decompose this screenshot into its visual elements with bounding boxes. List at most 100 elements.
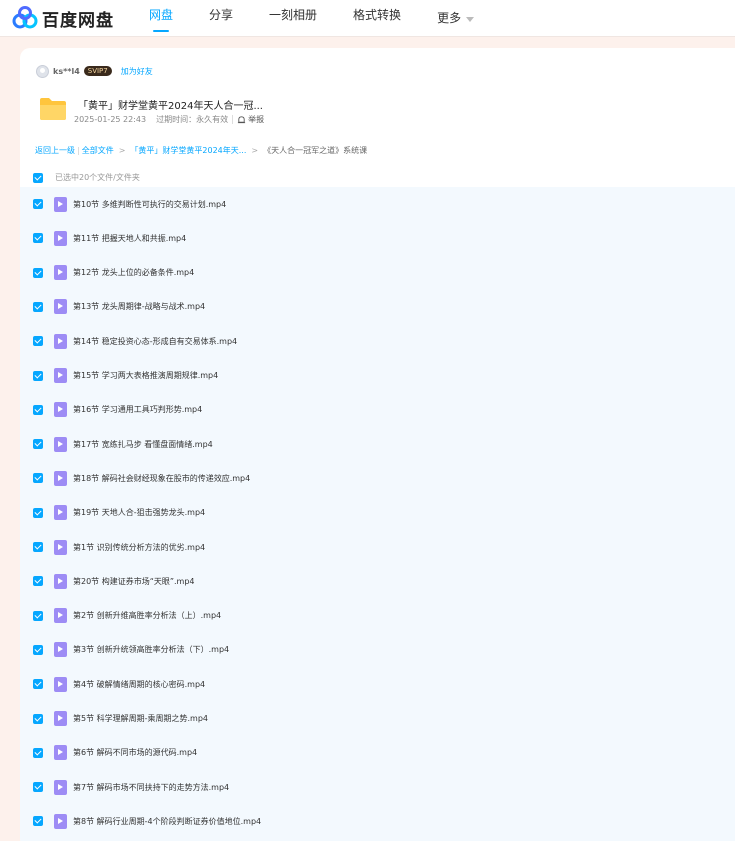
alert-icon — [237, 116, 246, 124]
file-checkbox[interactable] — [33, 439, 43, 450]
file-row[interactable]: 第12节 龙头上位的必备条件.mp4 — [20, 256, 735, 290]
video-file-icon — [54, 779, 67, 795]
select-all-checkbox[interactable] — [33, 172, 43, 183]
file-checkbox[interactable] — [33, 576, 43, 587]
file-name[interactable]: 第12节 龙头上位的必备条件.mp4 — [73, 267, 194, 278]
report-button[interactable]: 举报 — [237, 114, 264, 125]
file-name[interactable]: 第16节 学习通用工具巧判形势.mp4 — [73, 404, 202, 415]
breadcrumb-parent[interactable]: 「黄平」财学堂黄平2024年天... — [130, 145, 246, 156]
file-name[interactable]: 第17节 宽练扎马步 看懂盘面情绪.mp4 — [73, 439, 213, 450]
chevron-down-icon — [466, 17, 475, 22]
file-row[interactable]: 第18节 解码社会财经现象在股市的传递效应.mp4 — [20, 461, 735, 495]
file-checkbox[interactable] — [33, 267, 43, 278]
top-bar: 百度网盘 网盘 分享 一刻相册 格式转换 更多 — [0, 0, 735, 37]
file-name[interactable]: 第4节 破解情绪周期的核心密码.mp4 — [73, 679, 205, 690]
add-friend-link[interactable]: 加为好友 — [121, 66, 153, 77]
file-checkbox[interactable] — [33, 713, 43, 724]
file-row[interactable]: 第19节 天地人合-狙击强势龙头.mp4 — [20, 496, 735, 530]
share-card: ks**l4 SVIP7 加为好友 「黄平」财学堂黄平2024年天人合一冠...… — [20, 48, 735, 841]
file-name[interactable]: 第6节 解码不同市场的源代码.mp4 — [73, 747, 197, 758]
file-name[interactable]: 第2节 创新升维高胜率分析法（上）.mp4 — [73, 610, 221, 621]
file-checkbox[interactable] — [33, 816, 43, 827]
breadcrumb-current: 《天人合一冠军之道》系统课 — [263, 146, 368, 155]
file-checkbox[interactable] — [33, 542, 43, 552]
video-file-icon — [54, 642, 67, 658]
file-checkbox[interactable] — [33, 370, 43, 381]
file-name[interactable]: 第15节 学习两大表格推演周期规律.mp4 — [73, 370, 218, 381]
file-row[interactable]: 第3节 创新升统领高胜率分析法（下）.mp4 — [20, 633, 735, 667]
breadcrumb-all-files[interactable]: 全部文件 — [82, 145, 114, 156]
video-file-icon — [54, 470, 67, 486]
vip-badge: SVIP7 — [83, 66, 112, 76]
file-checkbox[interactable] — [33, 747, 43, 758]
file-row[interactable]: 第2节 创新升维高胜率分析法（上）.mp4 — [20, 599, 735, 633]
file-row[interactable]: 第8节 解码行业周期-4个阶段判断证券价值地位.mp4 — [20, 804, 735, 838]
file-name[interactable]: 第5节 科学理解周期-乘周期之势.mp4 — [73, 713, 208, 724]
file-checkbox[interactable] — [33, 507, 43, 518]
file-name[interactable]: 第20节 构建证券市场“天眼”.mp4 — [73, 576, 195, 587]
file-name[interactable]: 第19节 天地人合-狙击强势龙头.mp4 — [73, 507, 205, 518]
report-label: 举报 — [248, 115, 265, 124]
video-file-icon — [54, 436, 67, 452]
avatar[interactable] — [36, 64, 49, 78]
file-name[interactable]: 第7节 解码市场不同扶持下的走势方法.mp4 — [73, 782, 229, 793]
file-checkbox[interactable] — [33, 782, 43, 793]
file-name[interactable]: 第10节 多维判断性可执行的交易计划.mp4 — [73, 199, 226, 210]
file-checkbox[interactable] — [33, 336, 43, 347]
baidu-netdisk-logo-icon — [12, 6, 38, 29]
nav-netdisk[interactable]: 网盘 — [149, 0, 173, 37]
share-expiry: 过期时间：永久有效 — [156, 115, 229, 124]
video-file-icon — [54, 539, 67, 555]
video-file-icon — [54, 230, 67, 246]
file-name[interactable]: 第11节 把握天地人和共振.mp4 — [73, 233, 186, 244]
video-file-icon — [54, 813, 67, 829]
video-file-icon — [54, 573, 67, 589]
video-file-icon — [54, 368, 67, 383]
file-row[interactable]: 第17节 宽练扎马步 看懂盘面情绪.mp4 — [20, 427, 735, 461]
breadcrumb: 返回上一级 | 全部文件 > 「黄平」财学堂黄平2024年天... > 《天人合… — [35, 145, 368, 156]
file-name[interactable]: 第14节 稳定投资心态-形成自有交易体系.mp4 — [73, 336, 237, 347]
file-row[interactable]: 第7节 解码市场不同扶持下的走势方法.mp4 — [20, 770, 735, 804]
video-file-icon — [54, 402, 67, 418]
file-row[interactable]: 第16节 学习通用工具巧判形势.mp4 — [20, 393, 735, 427]
file-row[interactable]: 第1节 识别传统分析方法的优劣.mp4 — [20, 530, 735, 564]
file-row[interactable]: 第11节 把握天地人和共振.mp4 — [20, 221, 735, 255]
divider — [232, 115, 234, 124]
file-list: 第10节 多维判断性可执行的交易计划.mp4 第11节 把握天地人和共振.mp4… — [20, 187, 735, 841]
file-checkbox[interactable] — [33, 404, 43, 415]
file-name[interactable]: 第8节 解码行业周期-4个阶段判断证券价值地位.mp4 — [73, 816, 261, 827]
file-row[interactable]: 第4节 破解情绪周期的核心密码.mp4 — [20, 667, 735, 701]
nav-format-convert[interactable]: 格式转换 — [353, 0, 401, 37]
file-row[interactable]: 第14节 稳定投资心态-形成自有交易体系.mp4 — [20, 324, 735, 358]
nav-more[interactable]: 更多 — [437, 0, 475, 37]
file-row[interactable]: 第5节 科学理解周期-乘周期之势.mp4 — [20, 702, 735, 736]
file-name[interactable]: 第3节 创新升统领高胜率分析法（下）.mp4 — [73, 644, 229, 655]
video-file-icon — [54, 196, 67, 212]
file-row[interactable]: 第6节 解码不同市场的源代码.mp4 — [20, 736, 735, 770]
file-checkbox[interactable] — [33, 644, 43, 655]
nav-share[interactable]: 分享 — [209, 0, 233, 37]
main-nav: 网盘 分享 一刻相册 格式转换 更多 — [149, 0, 510, 37]
video-file-icon — [54, 265, 67, 281]
file-checkbox[interactable] — [33, 233, 43, 244]
video-file-icon — [54, 608, 67, 624]
file-checkbox[interactable] — [33, 679, 43, 690]
file-row[interactable]: 第20节 构建证券市场“天眼”.mp4 — [20, 564, 735, 598]
nav-more-label: 更多 — [437, 11, 462, 25]
file-row[interactable]: 第10节 多维判断性可执行的交易计划.mp4 — [20, 187, 735, 221]
file-name[interactable]: 第1节 识别传统分析方法的优劣.mp4 — [73, 542, 205, 553]
breadcrumb-back[interactable]: 返回上一级 — [35, 145, 75, 156]
file-row[interactable]: 第15节 学习两大表格推演周期规律.mp4 — [20, 359, 735, 393]
select-all-row: 已选中20个文件/文件夹 — [33, 172, 140, 183]
file-name[interactable]: 第18节 解码社会财经现象在股市的传递效应.mp4 — [73, 473, 250, 484]
file-name[interactable]: 第13节 龙头周期律-战略与战术.mp4 — [73, 301, 205, 312]
nav-album[interactable]: 一刻相册 — [269, 0, 317, 37]
brand-logo[interactable]: 百度网盘 — [12, 5, 114, 31]
file-checkbox[interactable] — [33, 301, 43, 312]
share-meta: 2025-01-25 22:43 过期时间：永久有效 举报 — [74, 114, 264, 125]
file-checkbox[interactable] — [33, 610, 43, 621]
sharer-username[interactable]: ks**l4 — [53, 67, 80, 76]
file-row[interactable]: 第13节 龙头周期律-战略与战术.mp4 — [20, 290, 735, 324]
file-checkbox[interactable] — [33, 199, 43, 209]
file-checkbox[interactable] — [33, 473, 43, 484]
